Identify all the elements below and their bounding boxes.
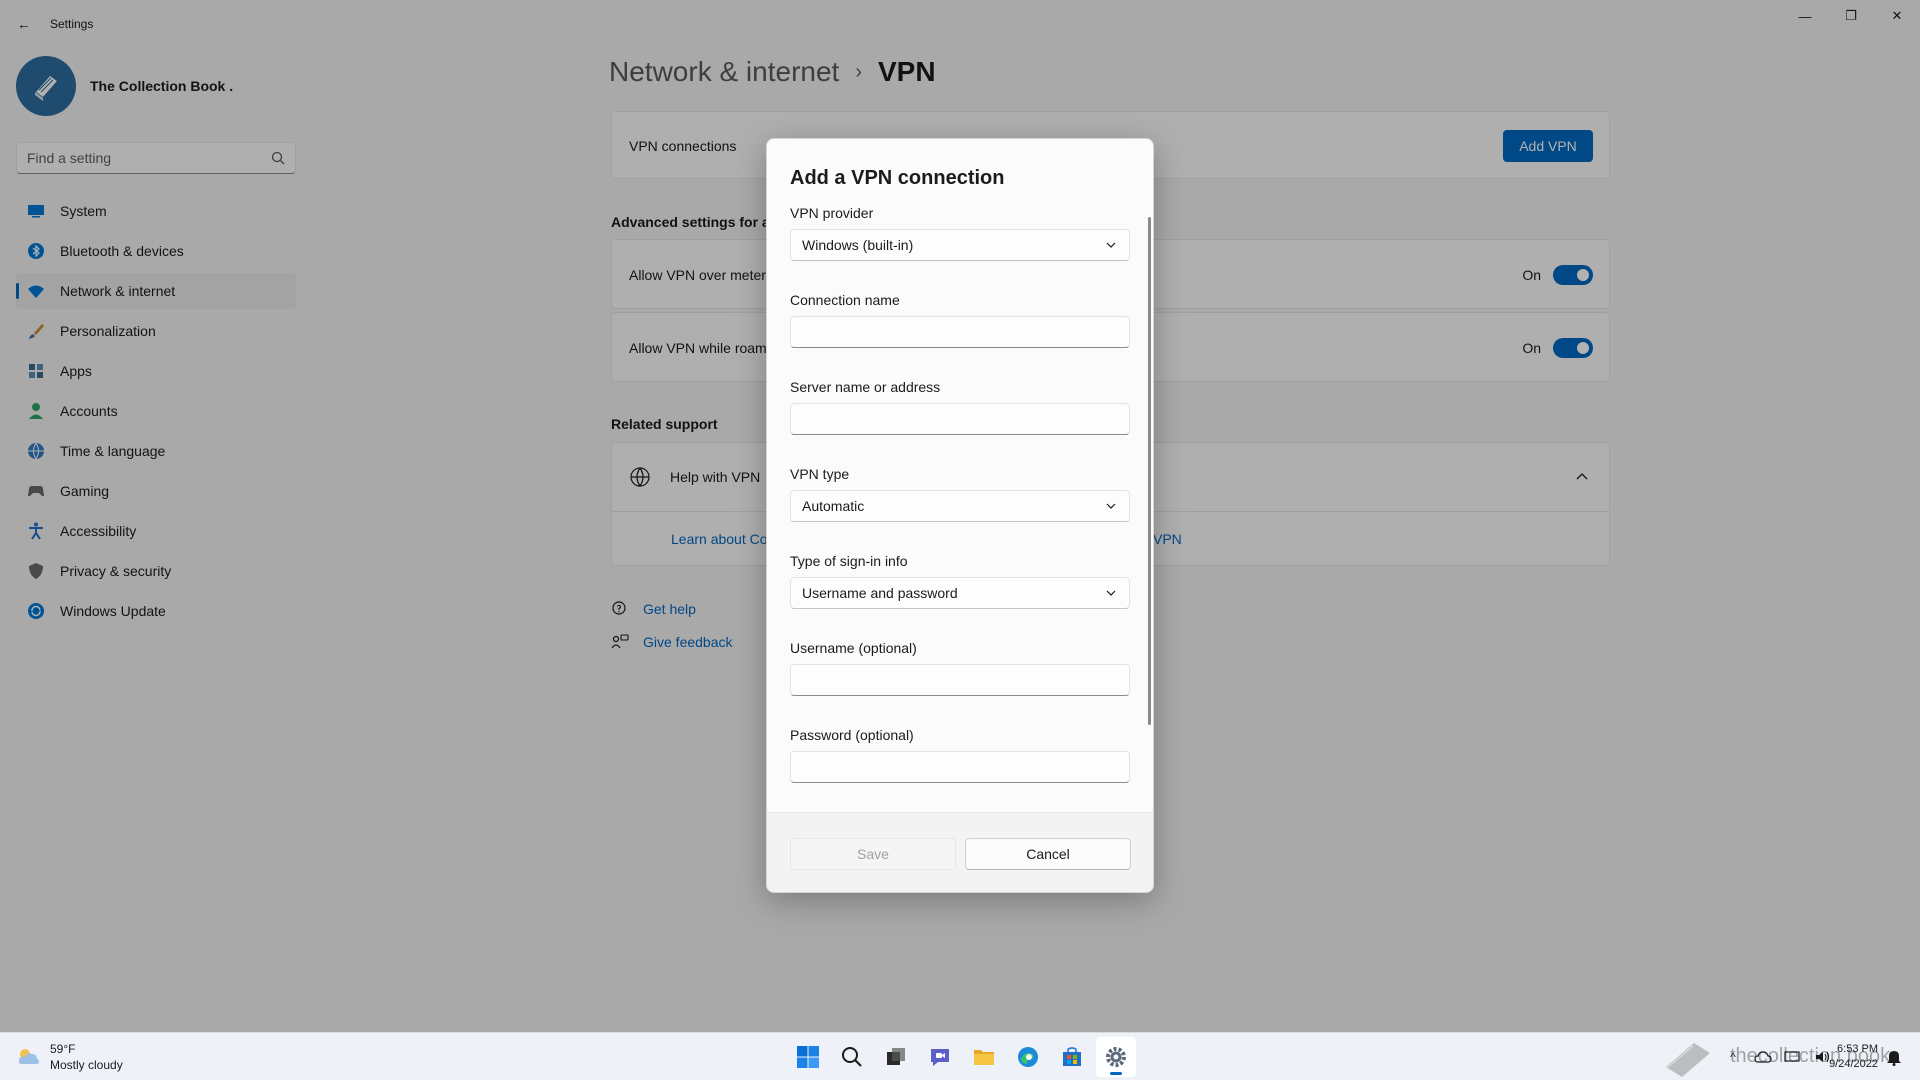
dialog-title: Add a VPN connection [790, 167, 1005, 189]
settings-icon [1106, 1047, 1126, 1067]
add-vpn-dialog: Add a VPN connection VPN provider Window… [766, 138, 1154, 893]
chat-icon [931, 1049, 949, 1066]
store-icon [1063, 1047, 1081, 1066]
search-icon [842, 1047, 862, 1067]
task-view-button[interactable] [876, 1037, 916, 1077]
username-input[interactable] [790, 664, 1130, 696]
cancel-button[interactable]: Cancel [965, 838, 1131, 870]
tray-chevron-icon[interactable]: ^ [1722, 1046, 1744, 1068]
onedrive-icon[interactable] [1752, 1046, 1774, 1068]
edge-button[interactable] [1008, 1037, 1048, 1077]
cloud-icon [18, 1049, 40, 1064]
taskbar-search-button[interactable] [832, 1037, 872, 1077]
server-name-label: Server name or address [790, 379, 941, 395]
notification-bell-icon[interactable] [1884, 1047, 1904, 1067]
weather-desc: Mostly cloudy [50, 1058, 123, 1072]
dialog-footer: Save Cancel [767, 812, 1153, 892]
vpn-type-select[interactable]: Automatic [790, 490, 1130, 522]
chevron-down-icon [1106, 242, 1116, 248]
connection-name-label: Connection name [790, 292, 900, 308]
taskbar: 59°F Mostly cloudy thecollection book ^ … [0, 1032, 1920, 1080]
start-button[interactable] [788, 1037, 828, 1077]
start-icon [797, 1046, 819, 1068]
file-explorer-icon [974, 1050, 994, 1065]
signin-type-select[interactable]: Username and password [790, 577, 1130, 609]
clock-time: 6:53 PM [1837, 1043, 1878, 1055]
chevron-down-icon [1106, 503, 1116, 509]
weather-widget[interactable]: 59°F Mostly cloudy [16, 1041, 123, 1073]
network-icon[interactable] [1782, 1046, 1804, 1068]
taskbar-apps [788, 1037, 1140, 1077]
task-view-icon [887, 1048, 905, 1065]
username-label: Username (optional) [790, 640, 917, 656]
chat-button[interactable] [920, 1037, 960, 1077]
vpn-provider-label: VPN provider [790, 205, 874, 221]
password-label: Password (optional) [790, 727, 914, 743]
signin-type-value: Username and password [802, 585, 958, 601]
password-input[interactable] [790, 751, 1130, 783]
file-explorer-button[interactable] [964, 1037, 1004, 1077]
store-button[interactable] [1052, 1037, 1092, 1077]
watermark-book-icon [1666, 1043, 1710, 1077]
server-name-input[interactable] [790, 403, 1130, 435]
vpn-provider-select[interactable]: Windows (built-in) [790, 229, 1130, 261]
vpn-type-label: VPN type [790, 466, 850, 482]
connection-name-input[interactable] [790, 316, 1130, 348]
vpn-provider-value: Windows (built-in) [802, 237, 914, 253]
save-button[interactable]: Save [790, 838, 956, 870]
edge-icon [1018, 1047, 1038, 1067]
clock[interactable]: 6:53 PM 9/24/2022 [1810, 1042, 1878, 1072]
weather-temp: 59°F [50, 1042, 76, 1056]
clock-date: 9/24/2022 [1829, 1058, 1878, 1070]
chevron-down-icon [1106, 590, 1116, 596]
settings-app-button[interactable] [1096, 1037, 1136, 1077]
vpn-type-value: Automatic [802, 498, 865, 514]
dialog-scrollbar[interactable] [1148, 217, 1151, 725]
signin-type-label: Type of sign-in info [790, 553, 908, 569]
